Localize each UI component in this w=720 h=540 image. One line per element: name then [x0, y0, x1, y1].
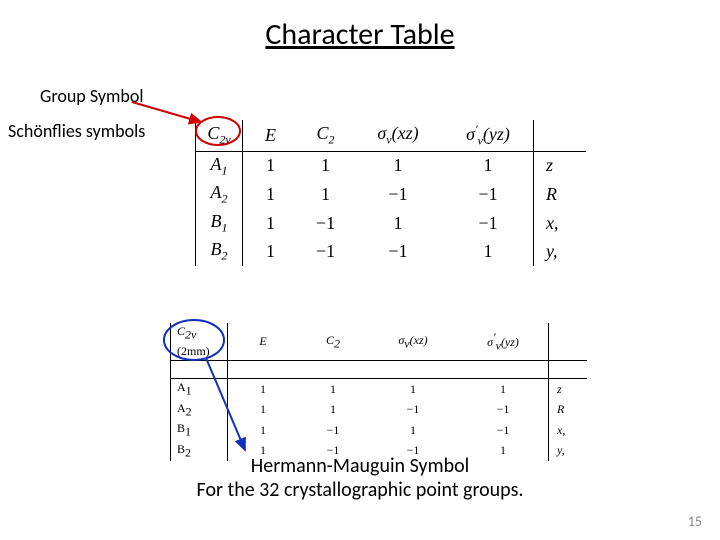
- group-symbol-c2v: C2v: [207, 123, 230, 143]
- op-C2-b: C2: [298, 323, 368, 361]
- caption-hermann-mauguin: Hermann-Mauguin Symbol For the 32 crysta…: [0, 454, 720, 502]
- character-table-bottom: C2v E C2 σv(xz) σ′v(yz) (2mm) A1 1111z A…: [170, 323, 587, 461]
- op-E: E: [243, 120, 299, 151]
- table-row: A1 1 1 1 1 z: [196, 151, 587, 180]
- op-E-b: E: [228, 323, 299, 361]
- table-row: B1 1 −1 1 −1 x,: [196, 209, 587, 238]
- hermann-mauguin-2mm: (2mm): [171, 343, 228, 361]
- page-number: 15: [688, 513, 702, 530]
- label-schonflies-symbols: Schönflies symbols: [8, 120, 145, 142]
- slide-title: Character Table: [0, 16, 720, 53]
- character-table-top: C2v E C2 σv(xz) σ′v(yz) A1 1 1 1 1 z A2 …: [195, 120, 586, 266]
- table-row: A2 1 1 −1 −1 R: [196, 180, 587, 209]
- group-symbol-c2v-small: C2v: [171, 323, 228, 343]
- label-group-symbol: Group Symbol: [40, 85, 143, 107]
- table-row: A1 1111z: [171, 379, 588, 400]
- table-row: B2 1 −1 −1 1 y,: [196, 237, 587, 266]
- table-row: B1 1−11−1x,: [171, 420, 588, 440]
- op-sigma-v-xz: σv(xz): [353, 120, 443, 151]
- op-svp-yz-b: σ′v(yz): [458, 323, 549, 361]
- op-sigma-v-prime-yz: σ′v(yz): [443, 120, 534, 151]
- op-sv-xz-b: σv(xz): [368, 323, 458, 361]
- op-C2: C2: [298, 120, 353, 151]
- table-row: A2 11−1−1R: [171, 400, 588, 420]
